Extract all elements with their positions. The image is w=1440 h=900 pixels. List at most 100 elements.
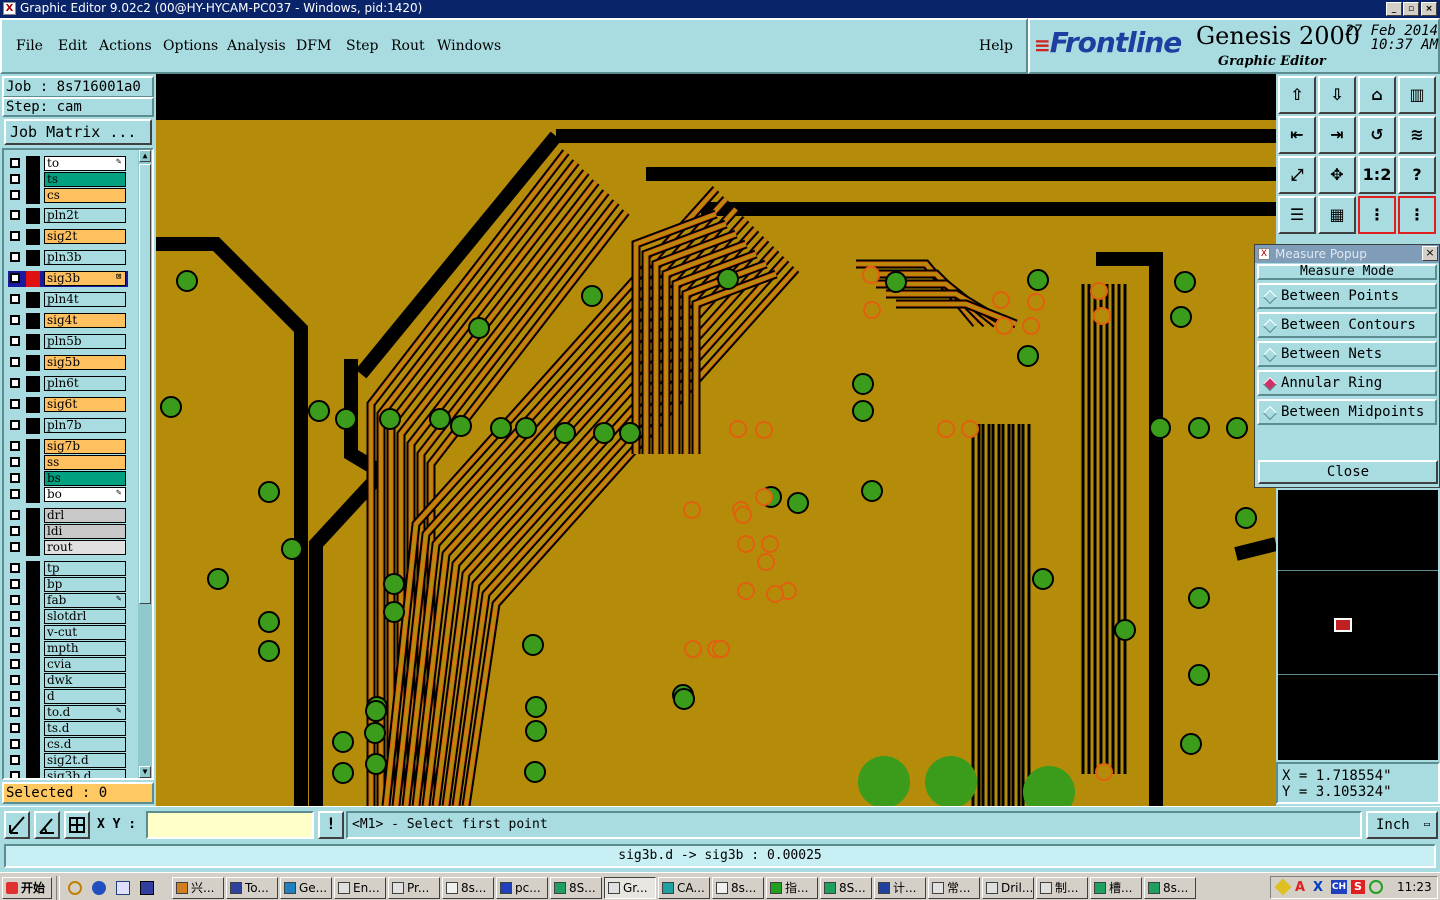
layer-name[interactable]: drl bbox=[44, 508, 126, 523]
overview-map[interactable] bbox=[1278, 490, 1438, 760]
layer-row-sig7b[interactable]: sig7b bbox=[8, 439, 126, 455]
layer-checkbox[interactable] bbox=[10, 399, 20, 409]
menu-windows[interactable]: Windows bbox=[437, 38, 501, 54]
layer-checkbox[interactable] bbox=[10, 294, 20, 304]
taskbar-item[interactable]: Ge... bbox=[280, 877, 332, 899]
layer-row-sig2t[interactable]: sig2t bbox=[8, 229, 126, 245]
layer-name[interactable]: ldi bbox=[44, 524, 126, 539]
layer-name[interactable]: slotdrl bbox=[44, 609, 126, 624]
view-locator-icon[interactable] bbox=[1334, 618, 1352, 632]
layer-name[interactable]: sig3b bbox=[44, 271, 126, 286]
layer-row-sig4t[interactable]: sig4t bbox=[8, 313, 126, 329]
layer-checkbox[interactable] bbox=[10, 210, 20, 220]
layer-checkbox[interactable] bbox=[10, 579, 20, 589]
layer-row-to.d[interactable]: to.d ✎ bbox=[8, 705, 126, 721]
layer-name[interactable]: pln3b bbox=[44, 250, 126, 265]
layer-checkbox[interactable] bbox=[10, 510, 20, 520]
layer-scrollbar[interactable]: ▲ ▼ bbox=[138, 150, 152, 778]
layer-name[interactable]: fab bbox=[44, 593, 126, 608]
menu-step[interactable]: Step bbox=[346, 38, 378, 54]
menu-dfm[interactable]: DFM bbox=[296, 38, 331, 54]
layer-checkbox[interactable] bbox=[10, 691, 20, 701]
layer-row-mpth[interactable]: mpth bbox=[8, 641, 126, 657]
pan-left-icon[interactable]: ⇤ bbox=[1278, 116, 1316, 154]
layer-checkbox[interactable] bbox=[10, 627, 20, 637]
layer-checkbox[interactable] bbox=[10, 595, 20, 605]
layer-name[interactable]: sig5b bbox=[44, 355, 126, 370]
scroll-thumb[interactable] bbox=[139, 164, 151, 604]
layer-row-slotdrl[interactable]: slotdrl bbox=[8, 609, 126, 625]
grid-snap-icon[interactable] bbox=[64, 811, 90, 839]
taskbar-item[interactable]: 8s... bbox=[712, 877, 764, 899]
layer-name[interactable]: pln4t bbox=[44, 292, 126, 307]
scroll-up-icon[interactable]: ▲ bbox=[139, 150, 151, 162]
radio-diamond-icon[interactable] bbox=[1262, 318, 1278, 334]
pcb-drawing[interactable] bbox=[156, 74, 1276, 806]
layer-checkbox[interactable] bbox=[10, 675, 20, 685]
zoom-fit-icon[interactable]: ⇩ bbox=[1318, 76, 1356, 114]
menu-options[interactable]: Options bbox=[163, 38, 218, 54]
layer-row-cvia[interactable]: cvia bbox=[8, 657, 126, 673]
layer-checkbox[interactable] bbox=[10, 420, 20, 430]
panel-icon[interactable]: ▥ bbox=[1398, 76, 1436, 114]
home-icon[interactable]: ⌂ bbox=[1358, 76, 1396, 114]
layer-name[interactable]: sig7b bbox=[44, 439, 126, 454]
layer-checkbox[interactable] bbox=[10, 336, 20, 346]
layer-name[interactable]: cvia bbox=[44, 657, 126, 672]
measure-option-between-points[interactable]: Between Points bbox=[1257, 283, 1437, 309]
angle-icon[interactable] bbox=[34, 811, 60, 839]
layer-row-d[interactable]: d bbox=[8, 689, 126, 705]
tray-x-icon[interactable]: X bbox=[1313, 880, 1327, 895]
layer-name[interactable]: mpth bbox=[44, 641, 126, 656]
layer-row-rout[interactable]: rout bbox=[8, 540, 126, 556]
zoom-home-icon[interactable]: ⇧ bbox=[1278, 76, 1316, 114]
layer-row-ts[interactable]: ts bbox=[8, 172, 126, 188]
radio-diamond-icon[interactable] bbox=[1262, 289, 1278, 305]
layer-name[interactable]: v-cut bbox=[44, 625, 126, 640]
layer-row-bp[interactable]: bp bbox=[8, 577, 126, 593]
layer-checkbox[interactable] bbox=[10, 174, 20, 184]
menu-file[interactable]: File bbox=[16, 38, 43, 54]
taskbar-item[interactable]: CA... bbox=[658, 877, 710, 899]
tray-status-icon[interactable] bbox=[1369, 880, 1383, 894]
layer-checkbox[interactable] bbox=[10, 755, 20, 765]
layer-checkbox[interactable] bbox=[10, 723, 20, 733]
layer-checkbox[interactable] bbox=[10, 643, 20, 653]
layer-name[interactable]: pln7b bbox=[44, 418, 126, 433]
save-icon[interactable] bbox=[140, 881, 154, 895]
properties-icon[interactable]: ☰ bbox=[1278, 196, 1316, 234]
layer-checkbox[interactable] bbox=[10, 357, 20, 367]
layer-name[interactable]: sig6t bbox=[44, 397, 126, 412]
layer-row-ss[interactable]: ss bbox=[8, 455, 126, 471]
layer-checkbox[interactable] bbox=[10, 378, 20, 388]
layer-row-pln2t[interactable]: pln2t bbox=[8, 208, 126, 224]
radio-diamond-icon[interactable] bbox=[1262, 376, 1278, 392]
scroll-down-icon[interactable]: ▼ bbox=[139, 766, 151, 778]
layer-row-cs[interactable]: cs bbox=[8, 188, 126, 204]
undo-view-icon[interactable]: ↺ bbox=[1358, 116, 1396, 154]
layer-name[interactable]: ts bbox=[44, 172, 126, 187]
center-icon[interactable]: ✥ bbox=[1318, 156, 1356, 194]
menu-help[interactable]: Help bbox=[979, 38, 1013, 54]
close-window-icon[interactable]: × bbox=[1421, 2, 1437, 16]
redraw-icon[interactable]: ≋ bbox=[1398, 116, 1436, 154]
layer-name[interactable]: tp bbox=[44, 561, 126, 576]
radio-diamond-icon[interactable] bbox=[1262, 347, 1278, 363]
graphic-canvas[interactable] bbox=[156, 74, 1276, 806]
layer-row-ts.d[interactable]: ts.d bbox=[8, 721, 126, 737]
layer-row-fab[interactable]: fab ✎ bbox=[8, 593, 126, 609]
layer-checkbox[interactable] bbox=[10, 457, 20, 467]
taskbar-item[interactable]: 8S... bbox=[820, 877, 872, 899]
layer-name[interactable]: rout bbox=[44, 540, 126, 555]
layer-checkbox[interactable] bbox=[10, 542, 20, 552]
taskbar-item[interactable]: Gr... bbox=[604, 877, 656, 899]
layer-name[interactable]: bo bbox=[44, 487, 126, 502]
units-selector[interactable]: Inch ▭ bbox=[1366, 811, 1438, 839]
layer-checkbox[interactable] bbox=[10, 659, 20, 669]
layer-checkbox[interactable] bbox=[10, 489, 20, 499]
job-matrix-button[interactable]: Job Matrix ... bbox=[4, 119, 152, 145]
taskbar-item[interactable]: 指... bbox=[766, 877, 818, 899]
layer-name[interactable]: to bbox=[44, 156, 126, 171]
layer-checkbox[interactable] bbox=[10, 252, 20, 262]
taskbar-item[interactable]: 8s... bbox=[442, 877, 494, 899]
